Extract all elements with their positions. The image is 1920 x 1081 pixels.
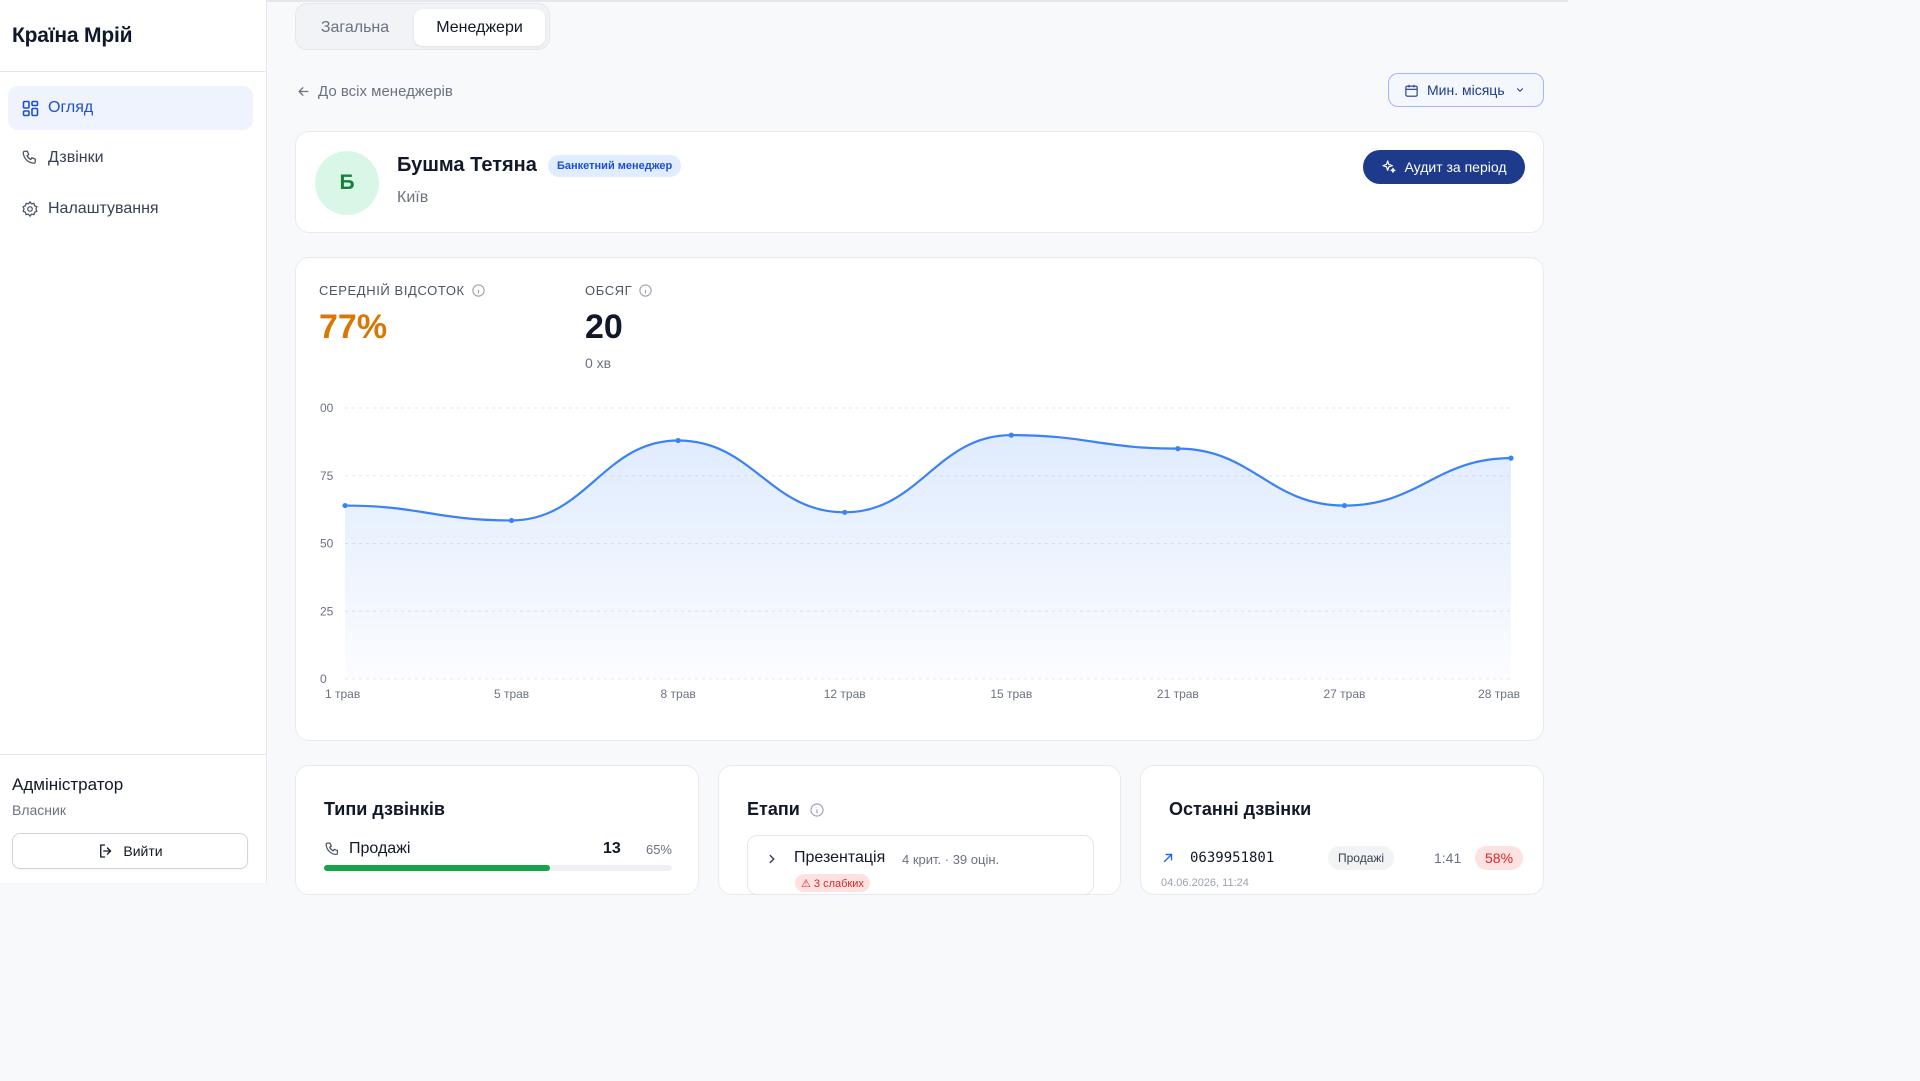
sidebar: Країна Мрій Огляд Дзвінки Налаштування А… bbox=[0, 0, 267, 883]
call-type-label: Продажі bbox=[349, 840, 411, 857]
data-point bbox=[1008, 432, 1014, 438]
call-type-tag: Продажі bbox=[1328, 846, 1395, 870]
logout-icon bbox=[100, 844, 112, 858]
sidebar-divider bbox=[0, 71, 266, 72]
call-type-bar-fill bbox=[324, 865, 551, 871]
performance-card: СЕРЕДНІЙ ВІДСОТОК 77% ОБСЯГ 20 0 хв 0 25 5… bbox=[295, 257, 1544, 741]
sidebar-item-label: Налаштування bbox=[48, 200, 159, 217]
sidebar-item-overview[interactable]: Огляд bbox=[8, 86, 253, 130]
stages-card: Етапи Презентація 4 крит. · 39 оцін. ⚠ 3… bbox=[718, 765, 1121, 895]
logout-button[interactable]: Вийти bbox=[12, 833, 248, 869]
x-tick-label: 12 трав bbox=[824, 687, 866, 701]
sidebar-item-label: Дзвінки bbox=[48, 149, 104, 166]
stage-item[interactable]: Презентація 4 крит. · 39 оцін. ⚠ 3 слабк… bbox=[747, 835, 1094, 895]
call-types-card: Типи дзвінків Продажі 13 65% bbox=[295, 765, 699, 895]
data-point bbox=[508, 517, 515, 524]
tab-managers[interactable]: Менеджери bbox=[414, 9, 545, 46]
data-point bbox=[342, 502, 348, 509]
y-tick-label: 50 bbox=[320, 537, 334, 551]
call-duration: 1:41 bbox=[1434, 850, 1462, 866]
back-link-label: До всіх менеджерів bbox=[318, 82, 453, 100]
gear-icon bbox=[21, 200, 39, 218]
tab-general[interactable]: Загальна bbox=[302, 9, 408, 46]
call-type-row[interactable]: Продажі 13 65% bbox=[324, 838, 672, 860]
calendar-icon bbox=[1405, 84, 1418, 97]
series-area bbox=[345, 435, 1511, 679]
x-tick-label: 21 трав bbox=[1157, 687, 1199, 701]
phone-icon bbox=[21, 149, 39, 167]
recent-calls-card: Останні дзвінки 0639951801 Продажі 1:41 … bbox=[1140, 765, 1544, 895]
x-tick-label: 27 трав bbox=[1323, 687, 1365, 701]
user-role: Власник bbox=[12, 802, 66, 818]
manager-profile-card: Б Бушма Тетяна Банкетний менеджер Київ А… bbox=[295, 131, 1544, 233]
recent-calls-title: Останні дзвінки bbox=[1169, 799, 1312, 819]
data-point bbox=[1175, 446, 1181, 452]
stage-weak-badge: ⚠ 3 слабких bbox=[795, 874, 870, 892]
arrow-left-icon bbox=[298, 86, 309, 96]
y-tick-label: 75 bbox=[320, 469, 334, 483]
call-phone: 0639951801 bbox=[1190, 850, 1275, 866]
data-point bbox=[675, 437, 681, 444]
avatar: Б bbox=[315, 151, 379, 215]
app-title: Країна Мрій bbox=[12, 24, 133, 47]
period-select[interactable]: Мин. місяць bbox=[1388, 73, 1544, 107]
x-tick-label: 1 трав bbox=[325, 687, 360, 701]
call-row[interactable]: 0639951801 Продажі 1:41 58% bbox=[1161, 846, 1525, 872]
y-tick-label: 00 bbox=[320, 401, 334, 415]
data-point bbox=[1341, 502, 1348, 509]
back-link[interactable]: До всіх менеджерів bbox=[296, 80, 453, 102]
outgoing-call-icon bbox=[1163, 853, 1173, 863]
sidebar-item-settings[interactable]: Налаштування bbox=[8, 187, 253, 231]
y-tick-label: 0 bbox=[320, 672, 327, 686]
score-area-chart: 0 25 50 75 00 1 трав 5 трав 8 трав 12 трав 15 тра… bbox=[320, 401, 1520, 701]
sidebar-item-label: Огляд bbox=[48, 99, 94, 116]
phone-icon bbox=[325, 842, 339, 855]
data-point bbox=[842, 509, 848, 515]
x-tick-label: 8 трав bbox=[661, 687, 696, 701]
manager-name: Бушма Тетяна bbox=[397, 154, 537, 176]
x-tick-label: 28 трав bbox=[1478, 687, 1520, 701]
role-badge: Банкетний менеджер bbox=[548, 155, 682, 177]
y-tick-label: 25 bbox=[320, 604, 334, 618]
chevron-right-icon[interactable] bbox=[765, 852, 779, 866]
tab-bar: Загальна Менеджери bbox=[295, 3, 550, 50]
manager-city: Київ bbox=[397, 189, 429, 206]
stages-title-text: Етапи bbox=[747, 799, 800, 819]
dashboard-grid-icon bbox=[21, 99, 39, 117]
stage-meta: 4 крит. · 39 оцін. bbox=[902, 852, 1000, 867]
x-tick-label: 15 трав bbox=[990, 687, 1032, 701]
stages-title: Етапи bbox=[747, 799, 825, 820]
user-name: Адміністратор bbox=[12, 775, 124, 794]
call-date: 04.06.2026, 11:24 bbox=[1161, 877, 1249, 889]
call-types-title: Типи дзвінків bbox=[324, 799, 445, 819]
sidebar-divider bbox=[0, 754, 266, 755]
audit-button-label: Аудит за період bbox=[1404, 159, 1507, 175]
chevron-down-icon bbox=[1516, 88, 1523, 92]
call-type-percent: 65% bbox=[645, 841, 672, 857]
sparkles-icon bbox=[1382, 160, 1397, 173]
x-tick-label: 5 трав bbox=[494, 687, 529, 701]
period-label: Мин. місяць bbox=[1427, 82, 1505, 98]
call-type-count: 13 bbox=[603, 840, 621, 857]
sidebar-item-calls[interactable]: Дзвінки bbox=[8, 136, 253, 180]
call-score-badge: 58% bbox=[1475, 846, 1524, 870]
stage-name: Презентація bbox=[794, 849, 886, 866]
top-border bbox=[267, 0, 1568, 2]
info-icon[interactable] bbox=[809, 802, 825, 818]
audit-button[interactable]: Аудит за період bbox=[1363, 150, 1525, 184]
logout-label: Вийти bbox=[123, 843, 163, 859]
data-point bbox=[1508, 455, 1514, 461]
call-type-bar bbox=[324, 865, 672, 871]
